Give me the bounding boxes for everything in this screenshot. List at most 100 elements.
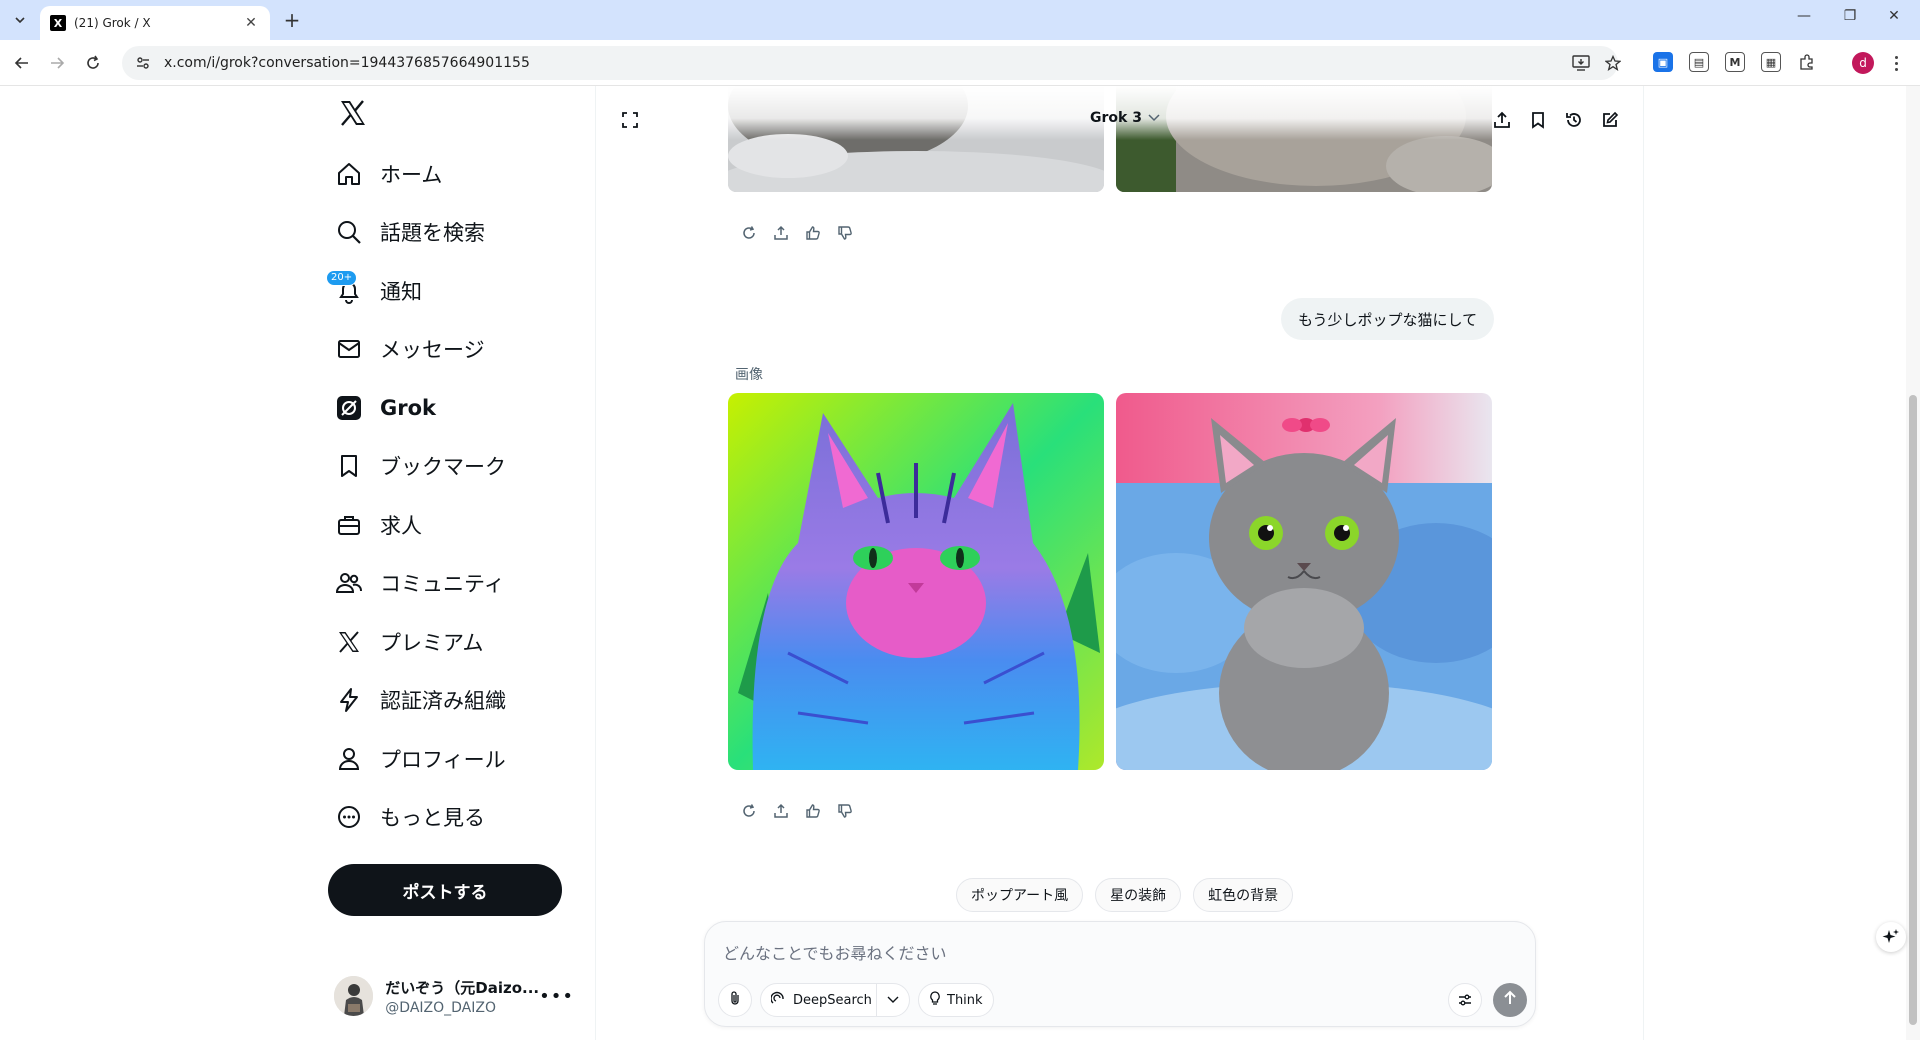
install-app-icon[interactable] (1570, 52, 1592, 74)
nav-more[interactable]: もっと見る (334, 793, 485, 841)
model-name: Grok 3 (1090, 110, 1142, 126)
people-icon (334, 568, 364, 598)
notification-badge: 20+ (326, 270, 358, 286)
chevron-down-icon (1148, 110, 1160, 126)
thumbs-down-icon[interactable] (836, 802, 854, 820)
x-logo-icon[interactable] (338, 98, 370, 130)
nav-label: メッセージ (380, 338, 485, 362)
response-actions-2 (740, 802, 854, 820)
browser-toolbar: x.com/i/grok?conversation=19443768576649… (0, 40, 1920, 86)
forward-icon[interactable] (46, 52, 68, 74)
account-name: だいぞう（元Daizo... (385, 978, 540, 997)
account-more-icon[interactable]: ••• (539, 986, 574, 1007)
suggestion-chip[interactable]: 星の装飾 (1095, 878, 1182, 912)
paperclip-icon (728, 990, 742, 1010)
chevron-down-icon[interactable] (876, 984, 899, 1016)
composer: どんなことでもお尋ねください DeepSearch Think (704, 921, 1536, 1027)
new-chat-icon[interactable] (1598, 108, 1622, 132)
thumbs-up-icon[interactable] (804, 802, 822, 820)
extension-1-icon[interactable]: ▣ (1653, 52, 1673, 72)
tune-settings-icon[interactable] (1448, 983, 1482, 1017)
x-favicon-icon: X (50, 15, 66, 31)
minimize-icon[interactable]: — (1792, 8, 1816, 24)
nav-profile[interactable]: プロフィール (334, 735, 506, 783)
arrow-up-icon (1503, 990, 1517, 1010)
column-divider-right (1643, 86, 1644, 1040)
nav-label: Grok (380, 396, 436, 420)
nav-notifications[interactable]: 20+ 通知 (326, 267, 422, 315)
window-close-icon[interactable]: ✕ (1882, 8, 1906, 24)
briefcase-icon (334, 510, 364, 540)
browser-tab-bar: X (21) Grok / X ✕ + — ❐ ✕ (0, 0, 1920, 40)
extension-4-icon[interactable]: ▦ (1761, 52, 1781, 72)
thumbs-down-icon[interactable] (836, 224, 854, 242)
regenerate-icon[interactable] (740, 224, 758, 242)
restore-icon[interactable]: ❐ (1838, 8, 1862, 24)
nav-label: 求人 (380, 514, 422, 538)
site-settings-icon[interactable] (134, 54, 152, 72)
suggestion-chip[interactable]: ポップアート風 (956, 878, 1084, 912)
extensions-puzzle-icon[interactable] (1797, 52, 1817, 72)
account-switcher[interactable]: だいぞう（元Daizo... @DAIZO_DAIZO ••• (334, 966, 574, 1026)
nav-label: ブックマーク (380, 455, 506, 479)
think-button[interactable]: Think (918, 983, 994, 1017)
model-selector[interactable]: Grok 3 (1090, 110, 1160, 126)
send-button[interactable] (1493, 983, 1527, 1017)
generated-image-cute-kitten[interactable] (1116, 393, 1492, 770)
address-bar[interactable]: x.com/i/grok?conversation=19443768576649… (122, 46, 1618, 80)
nav-label: 認証済み組織 (380, 689, 506, 713)
grok-icon (334, 393, 364, 423)
back-icon[interactable] (11, 52, 33, 74)
tab-list-chevron-icon[interactable] (8, 8, 32, 32)
response-actions-1 (740, 224, 854, 242)
new-tab-icon[interactable]: + (282, 10, 302, 30)
post-button[interactable]: ポストする (328, 864, 562, 916)
share-icon[interactable] (772, 224, 790, 242)
reload-icon[interactable] (82, 52, 104, 74)
extension-3-icon[interactable]: M (1725, 52, 1745, 72)
bookmark-star-icon[interactable] (1602, 52, 1624, 74)
share-icon[interactable] (1490, 108, 1514, 132)
scrollbar-thumb[interactable] (1909, 395, 1917, 1025)
suggestion-chip[interactable]: 虹色の背景 (1193, 878, 1294, 912)
attach-button[interactable] (718, 983, 752, 1017)
nav-verified-orgs[interactable]: 認証済み組織 (334, 676, 506, 724)
nav-premium[interactable]: プレミアム (334, 618, 484, 666)
thumbs-up-icon[interactable] (804, 224, 822, 242)
browser-tab[interactable]: X (21) Grok / X ✕ (40, 6, 270, 40)
nav-communities[interactable]: コミュニティ (334, 559, 505, 607)
home-icon (334, 159, 364, 189)
nav-label: プロフィール (380, 748, 506, 772)
tab-close-icon[interactable]: ✕ (242, 15, 260, 31)
more-circle-icon (334, 802, 364, 832)
regenerate-icon[interactable] (740, 802, 758, 820)
nav-grok[interactable]: Grok (334, 384, 436, 432)
lightbulb-icon (929, 991, 941, 1009)
deepsearch-label: DeepSearch (793, 992, 872, 1008)
nav-label: プレミアム (380, 631, 484, 655)
browser-profile-avatar[interactable]: d (1852, 52, 1874, 74)
nav-label: 話題を検索 (380, 221, 485, 245)
browser-menu-icon[interactable] (1888, 52, 1904, 74)
generated-image-pop-cat[interactable] (728, 393, 1104, 770)
fullscreen-icon[interactable] (618, 108, 642, 132)
avatar (334, 976, 374, 1016)
nav-explore[interactable]: 話題を検索 (334, 208, 485, 256)
bookmark-conversation-icon[interactable] (1526, 108, 1550, 132)
history-icon[interactable] (1562, 108, 1586, 132)
composer-input[interactable]: どんなことでもお尋ねください (723, 940, 947, 964)
nav-jobs[interactable]: 求人 (334, 501, 422, 549)
deepsearch-button[interactable]: DeepSearch (760, 983, 910, 1017)
nav-home[interactable]: ホーム (334, 150, 442, 198)
bookmark-icon (334, 451, 364, 481)
extension-2-icon[interactable]: ▤ (1689, 52, 1709, 72)
nav-bookmarks[interactable]: ブックマーク (334, 442, 506, 490)
share-icon[interactable] (772, 802, 790, 820)
search-icon (334, 217, 364, 247)
column-divider-left (595, 86, 596, 1040)
nav-label: コミュニティ (380, 572, 505, 596)
user-message-bubble: もう少しポップな猫にして (1281, 298, 1495, 340)
nav-messages[interactable]: メッセージ (334, 325, 485, 373)
lightning-icon (334, 685, 364, 715)
grok-sparkle-icon[interactable] (1876, 922, 1906, 952)
